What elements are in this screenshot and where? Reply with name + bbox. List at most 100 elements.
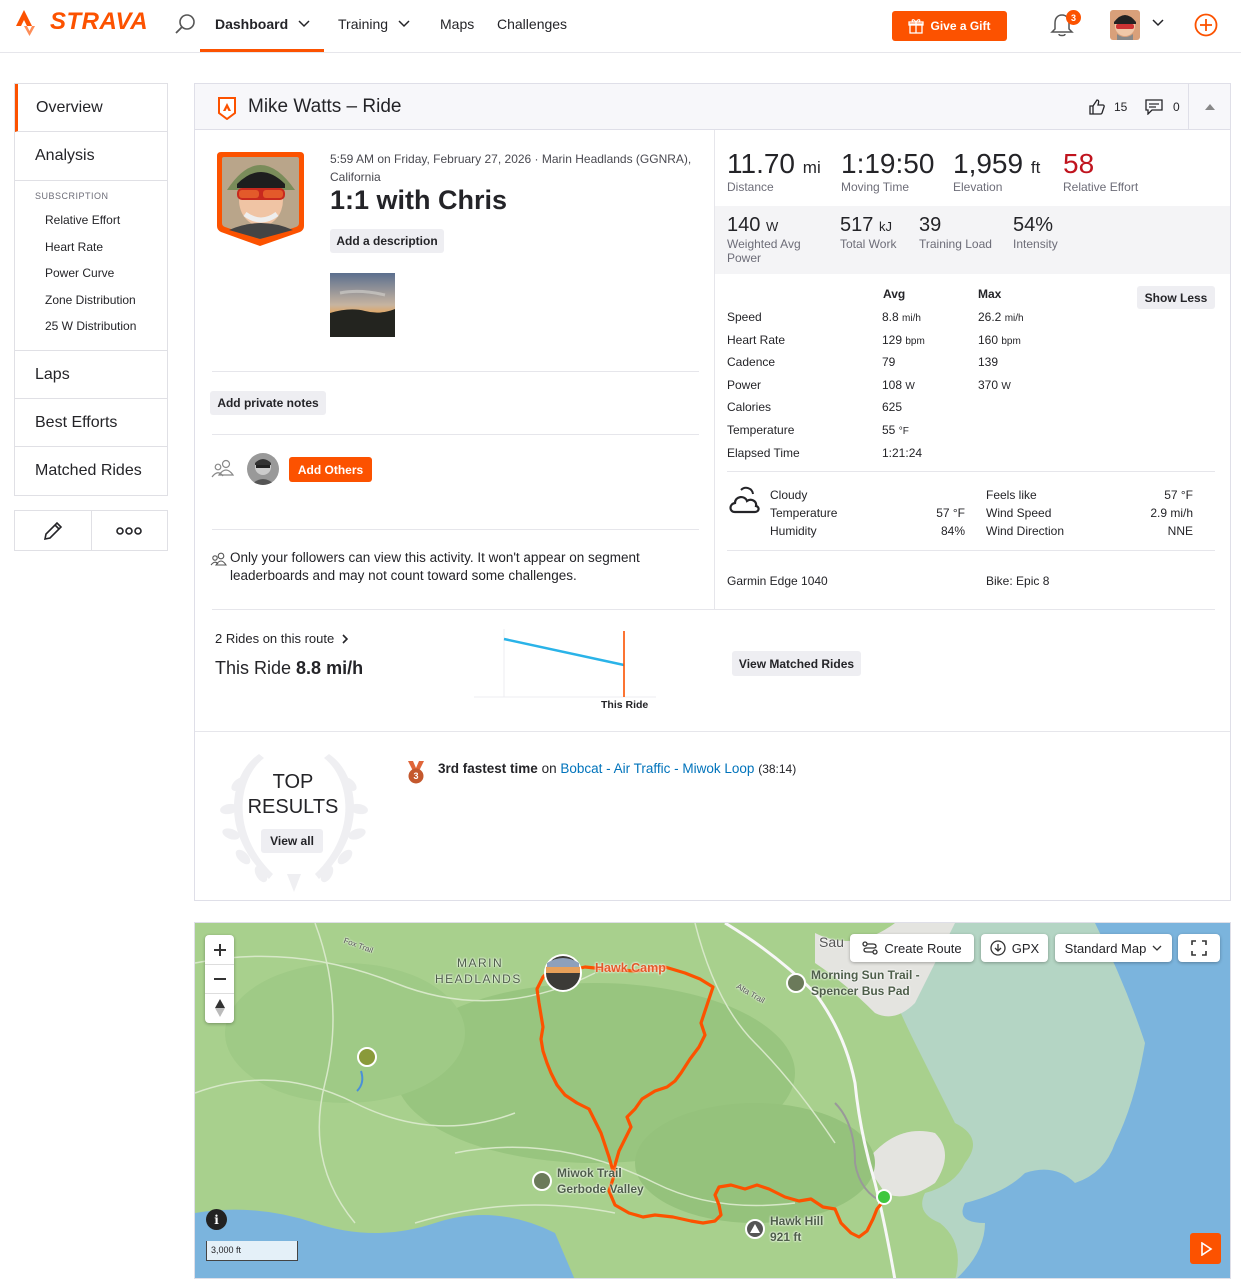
this-ride-prefix: This Ride xyxy=(215,658,292,678)
user-avatar[interactable] xyxy=(1110,10,1140,40)
chart-this-ride-label: This Ride xyxy=(601,699,649,711)
view-all-results-button[interactable]: View all xyxy=(261,829,323,853)
stats-row-label: Speed xyxy=(727,310,762,324)
divider xyxy=(212,434,699,435)
weather-temperature-value: 57 °F xyxy=(936,506,965,520)
stats-row-max-value: 160 xyxy=(978,332,999,347)
sidebar-sub-25w-distribution[interactable]: 25 W Distribution xyxy=(15,313,167,340)
activity-photo[interactable] xyxy=(330,273,395,337)
segment-link[interactable]: Bobcat - Air Traffic - Miwok Loop xyxy=(560,761,754,776)
give-gift-button[interactable]: Give a Gift xyxy=(892,11,1007,41)
create-route-button[interactable]: Create Route xyxy=(850,934,974,962)
stat-total-work: 517 kJ Total Work xyxy=(840,214,896,251)
zoom-in-button[interactable] xyxy=(205,936,234,965)
stats-row-max: 160 bpm xyxy=(978,333,1021,347)
add-others-button[interactable]: Add Others xyxy=(289,457,372,482)
stats-row-max: 370 W xyxy=(978,378,1011,392)
stats-row-avg-unit: mi/h xyxy=(902,313,921,324)
stats-row-avg-value: 108 xyxy=(882,377,903,392)
chevron-down-icon xyxy=(298,20,310,28)
kudos-button[interactable]: 15 xyxy=(1088,98,1127,116)
top-navigation: STRAVA Dashboard Training Maps Challenge… xyxy=(0,0,1241,53)
stat-distance-value: 11.70 xyxy=(727,148,795,179)
map-label-hawk-hill-2: 921 ft xyxy=(770,1230,802,1244)
rides-on-route-link[interactable]: 2 Rides on this route xyxy=(215,631,349,646)
nav-maps[interactable]: Maps xyxy=(440,16,474,32)
sidebar-item-overview[interactable]: Overview xyxy=(15,84,167,132)
sidebar-sub-power-curve[interactable]: Power Curve xyxy=(15,260,167,287)
weather-condition: Cloudy xyxy=(770,488,808,502)
zoom-out-button[interactable] xyxy=(205,965,234,994)
more-dots-icon xyxy=(116,526,143,535)
this-ride-speed: This Ride 8.8 mi/h xyxy=(215,658,363,679)
route-speed-chart xyxy=(474,629,656,698)
stat-moving-time-value: 1:19:50 xyxy=(841,148,935,179)
map-info-icon[interactable]: i xyxy=(206,1209,227,1230)
stat-weighted-power-value: 140 xyxy=(727,214,761,236)
stat-elevation-unit: ft xyxy=(1030,158,1041,177)
compass-icon xyxy=(214,999,225,1017)
nav-training[interactable]: Training xyxy=(338,16,410,32)
fullscreen-button[interactable] xyxy=(1178,934,1220,962)
give-gift-label: Give a Gift xyxy=(930,19,991,33)
compass-button[interactable] xyxy=(205,994,234,1023)
stats-row-avg-value: 1:21:24 xyxy=(882,445,923,460)
flyover-play-button[interactable] xyxy=(1190,1233,1221,1264)
sidebar-subscription-group: SUBSCRIPTION Relative Effort Heart Rate … xyxy=(15,180,167,351)
thumbs-up-icon xyxy=(1089,99,1105,115)
stat-training-load: 39 Training Load xyxy=(919,214,992,251)
nav-dashboard-label: Dashboard xyxy=(215,16,289,32)
sidebar-item-matched-rides[interactable]: Matched Rides xyxy=(15,447,167,495)
this-ride-value: 8.8 mi/h xyxy=(296,658,364,678)
route-icon xyxy=(862,941,878,955)
brand-logo[interactable]: STRAVA xyxy=(14,8,148,36)
comments-button[interactable]: 0 xyxy=(1145,99,1180,115)
collapse-header-button[interactable] xyxy=(1188,84,1230,129)
gpx-download-button[interactable]: GPX xyxy=(981,934,1048,962)
sidebar-item-best-efforts[interactable]: Best Efforts xyxy=(15,399,167,447)
sidebar-sub-zone-distribution[interactable]: Zone Distribution xyxy=(15,287,167,314)
map-type-select[interactable]: Standard Map xyxy=(1055,934,1172,962)
chevron-down-icon[interactable] xyxy=(1152,19,1164,27)
map-label-morning-sun-1: Morning Sun Trail - xyxy=(811,968,920,982)
ride-type-icon xyxy=(218,97,236,120)
sidebar-sub-heart-rate[interactable]: Heart Rate xyxy=(15,234,167,261)
stats-row-avg-value: 625 xyxy=(882,400,903,415)
stats-row-max-unit: W xyxy=(1001,380,1011,392)
start-marker xyxy=(876,1189,892,1205)
sidebar-tools xyxy=(14,510,168,551)
stat-relative-effort[interactable]: 58 Relative Effort xyxy=(1063,148,1138,194)
chevron-right-icon xyxy=(342,633,349,644)
stats-row-avg: 108 W xyxy=(882,378,915,392)
view-matched-rides-button[interactable]: View Matched Rides xyxy=(732,651,861,676)
strava-chevron-icon xyxy=(16,10,35,36)
add-description-button[interactable]: Add a description xyxy=(330,229,444,253)
plus-icon xyxy=(213,943,226,956)
sidebar-item-laps[interactable]: Laps xyxy=(15,351,167,399)
stat-elevation-label: Elevation xyxy=(953,180,1003,194)
nav-challenges[interactable]: Challenges xyxy=(497,16,567,32)
device-name: Garmin Edge 1040 xyxy=(727,574,828,588)
show-less-button[interactable]: Show Less xyxy=(1137,286,1215,309)
search-icon[interactable] xyxy=(174,12,198,36)
sidebar-sub-relative-effort[interactable]: Relative Effort xyxy=(15,207,167,234)
followers-privacy-icon xyxy=(210,552,227,566)
stats-row-max-value: 370 xyxy=(978,377,999,392)
group-member-avatar[interactable] xyxy=(247,453,279,485)
bike-name[interactable]: Bike: Epic 8 xyxy=(986,574,1049,588)
gpx-label: GPX xyxy=(1011,940,1040,956)
nav-dashboard[interactable]: Dashboard xyxy=(215,16,310,32)
edit-button[interactable] xyxy=(15,511,92,550)
stat-moving-time: 1:19:50 Moving Time xyxy=(841,148,934,194)
add-plus-icon[interactable] xyxy=(1194,13,1218,37)
stats-row-avg-value: 79 xyxy=(882,355,896,370)
privacy-note: Only your followers can view this activi… xyxy=(230,550,640,583)
activity-map[interactable]: Hawk Camp MARIN HEADLANDS Morning Sun Tr… xyxy=(194,922,1231,1279)
more-options-button[interactable] xyxy=(92,511,168,550)
athlete-avatar[interactable] xyxy=(215,150,306,247)
weather-humidity-value: 84% xyxy=(940,524,965,538)
sidebar-item-analysis[interactable]: Analysis xyxy=(15,132,167,180)
add-private-notes-button[interactable]: Add private notes xyxy=(210,391,326,415)
stats-row-avg: 129 bpm xyxy=(882,333,925,347)
stats-row-avg: 8.8 mi/h xyxy=(882,310,921,324)
